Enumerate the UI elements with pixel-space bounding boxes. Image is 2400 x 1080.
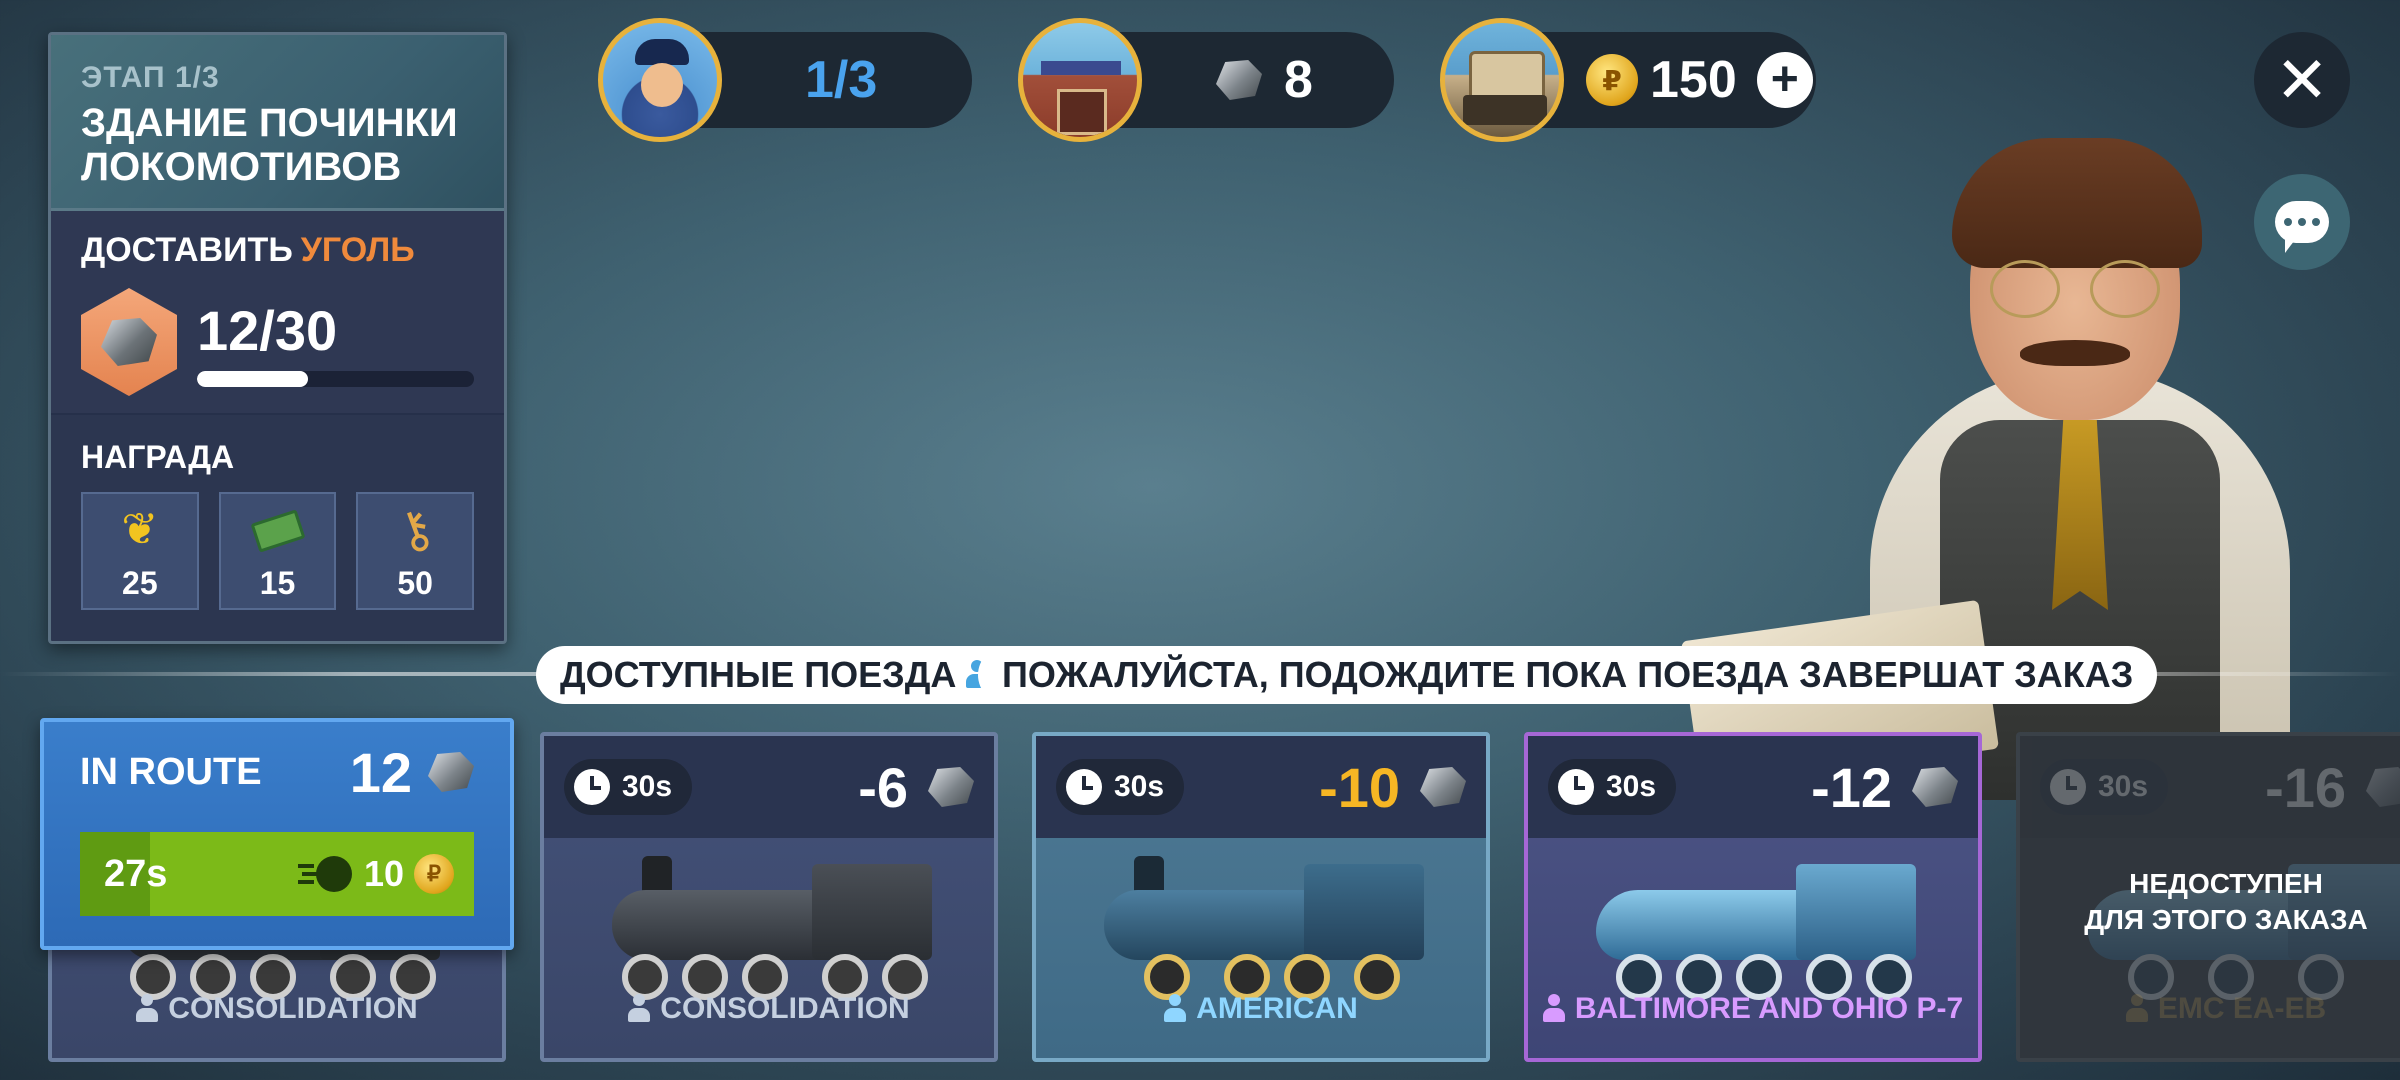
reward-value: 25 [122,565,158,601]
deliver-label: ДОСТАВИТЬ УГОЛЬ [81,231,474,270]
train-card-baltimore-ohio-p7[interactable]: 30s -12 BALTIMORE AND OHIO P-7 [1524,732,1982,1062]
conductor-icon [1164,994,1187,1024]
deliver-resource: УГОЛЬ [300,231,415,269]
add-coins-button[interactable]: + [1756,52,1813,108]
conductor-icon [1542,994,1565,1024]
depot-building-icon [1018,18,1142,142]
timer-value: 30s [622,770,673,803]
train-card-american[interactable]: 30s -10 AMERICAN [1032,732,1490,1062]
quest-title-line2: ЛОКОМОТИВОВ [81,145,402,189]
unavailable-notice: НЕДОСТУПЕН ДЛЯ ЭТОГО ЗАКАЗА [2020,866,2400,938]
reward-value: 15 [259,565,296,601]
coins-value: 150 [1650,51,1737,109]
clock-icon [1558,769,1594,805]
fast-forward-clock-icon [297,854,354,894]
conductor-avatar-icon [598,18,722,142]
quest-header: ЭТАП 1/3 ЗДАНИЕ ПОЧИНКИ ЛОКОМОТИВОВ [51,35,504,211]
deliver-progress-fill [197,370,308,387]
deliver-text: ДОСТАВИТЬ [81,231,293,269]
coal-icon [2366,767,2400,807]
coins-counter[interactable]: ₽ 150 + [1440,18,1816,142]
clock-icon [1066,769,1102,805]
train-name: CONSOLIDATION [168,992,418,1025]
clock-icon [574,769,610,805]
speed-up-cost: 10 [363,853,404,894]
key-icon: ⚷ [388,497,442,563]
coal-resource-icon [81,288,177,396]
available-trains-banner: ДОСТУПНЫЕ ПОЕЗДА 2 [536,646,1039,704]
coal-icon [928,767,974,807]
cash-register-icon [1440,18,1564,142]
quest-panel: ЭТАП 1/3 ЗДАНИЕ ПОЧИНКИ ЛОКОМОТИВОВ ДОСТ… [48,32,507,644]
train-card-emc-ea-eb: 30s -16 EMC EA-EB НЕДОСТУПЕН ДЛЯ ЭТОГО З… [2016,732,2400,1062]
reward-section: НАГРАДА ❦ 25 15 ⚷ 50 [51,415,504,634]
coal-cost: -12 [1811,755,1892,819]
conductor-icon [628,994,651,1024]
train-name: BALTIMORE AND OHIO P-7 [1574,992,1964,1025]
coin-icon: ₽ [414,854,454,894]
coal-cost: -6 [858,755,908,819]
coal-icon [428,752,474,792]
conductors-value: 1/3 [805,51,878,109]
train-name: AMERICAN [1196,992,1358,1025]
timer-value: 30s [1114,770,1165,803]
train-image [592,850,952,1000]
in-route-title: IN ROUTE [80,750,262,793]
unavailable-line2: ДЛЯ ЭТОГО ЗАКАЗА [2084,904,2368,935]
coal-icon [1420,767,1466,807]
conductor-icon [136,994,159,1024]
deliver-progress-bar [197,370,474,387]
speed-up-button[interactable]: 27s 10 ₽ [80,832,474,916]
deliver-count: 12/30 [197,298,338,362]
coal-icon [1912,767,1958,807]
coin-icon: ₽ [1586,54,1638,106]
time-remaining: 27s [104,852,168,895]
timer-pill: 30s [1056,759,1185,815]
available-trains-label: ДОСТУПНЫЕ ПОЕЗДА [560,654,957,695]
coal-icon [1216,60,1262,100]
train-image [1576,850,1936,1000]
in-route-panel[interactable]: IN ROUTE 12 27s 10 ₽ [40,718,514,950]
timer-pill: 30s [1548,759,1677,815]
train-card-consolidation-2[interactable]: 30s -6 CONSOLIDATION [540,732,998,1062]
unavailable-line1: НЕДОСТУПЕН [2129,868,2323,899]
close-button[interactable]: ✕ [2254,32,2350,128]
reward-label: НАГРАДА [81,439,235,475]
coal-cost: -10 [1319,755,1400,819]
cash-icon [250,509,305,553]
reward-value: 50 [397,565,433,601]
timer-value: 30s [2098,770,2149,803]
timer-value: 30s [1606,770,1657,803]
quest-stage: ЭТАП 1/3 [81,61,220,94]
quest-title-line1: ЗДАНИЕ ПОЧИНКИ [81,101,458,145]
reward-item-key[interactable]: ⚷ 50 [356,492,475,610]
train-name: CONSOLIDATION [660,992,910,1025]
reward-item-wings[interactable]: ❦ 25 [81,492,199,610]
wait-message: ПОЖАЛУЙСТА, ПОДОЖДИТЕ ПОКА ПОЕЗДА ЗАВЕРШ… [1002,654,2134,695]
clock-icon [2050,769,2086,805]
wings-emblem-icon: ❦ [121,505,159,554]
quest-title: ЗДАНИЕ ПОЧИНКИ ЛОКОМОТИВОВ [81,101,474,189]
deliver-section: ДОСТАВИТЬ УГОЛЬ 12/30 [51,211,504,415]
wait-message-banner: ПОЖАЛУЙСТА, ПОДОЖДИТЕ ПОКА ПОЕЗДА ЗАВЕРШ… [978,646,2158,704]
coal-value: 8 [1284,51,1313,109]
reward-item-cash[interactable]: 15 [218,492,337,610]
conductors-counter[interactable]: 1/3 [598,18,972,142]
coal-cost: -16 [2265,755,2346,819]
in-route-amount: 12 [349,740,412,804]
train-name: EMC EA-EB [2157,992,2327,1025]
conductor-icon [2125,994,2148,1024]
timer-pill: 30s [2040,759,2169,815]
timer-pill: 30s [564,759,693,815]
depot-coal-counter[interactable]: 8 [1018,18,1394,142]
train-image [1084,850,1444,1000]
